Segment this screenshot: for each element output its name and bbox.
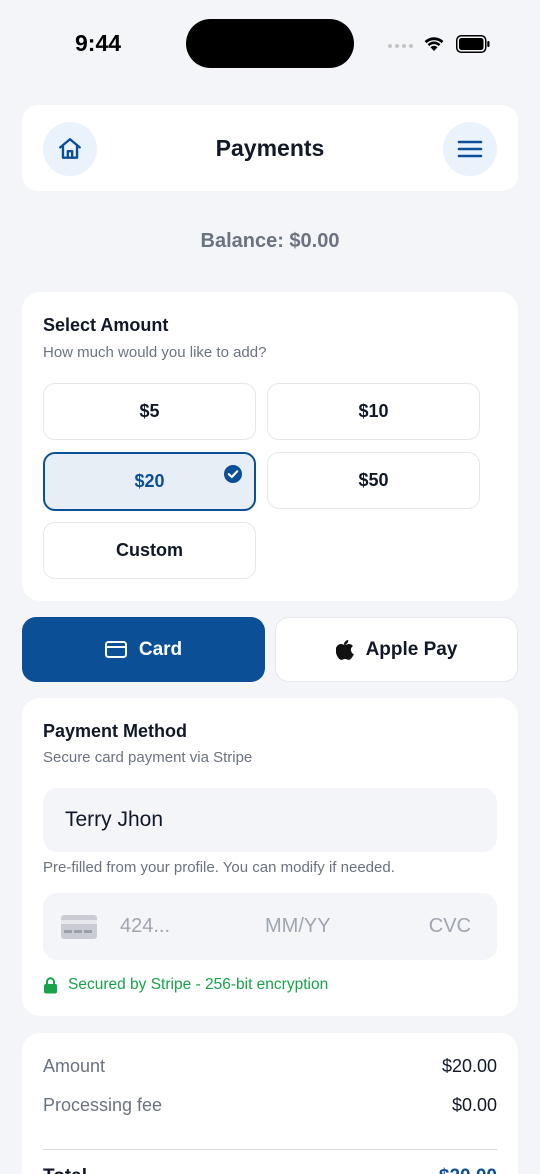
apple-pay-method-button[interactable]: Apple Pay [275, 617, 518, 682]
top-navigation: Payments [22, 105, 518, 191]
summary-fee-row: Processing fee $0.00 [43, 1095, 497, 1116]
select-amount-card: Select Amount How much would you like to… [22, 292, 518, 601]
amount-option-label: $5 [139, 401, 160, 421]
summary-divider [43, 1149, 497, 1150]
apple-logo-icon [335, 640, 354, 660]
amount-option-label: $20 [134, 471, 165, 491]
cellular-signal-icon [388, 44, 413, 48]
secure-note-text: Secured by Stripe - 256-bit encryption [68, 976, 329, 993]
balance-text: Balance: $0.00 [200, 230, 340, 252]
amount-option-5[interactable]: $5 [43, 383, 256, 440]
amount-option-50[interactable]: $50 [267, 452, 480, 509]
card-brand-icon [61, 915, 97, 939]
select-amount-title: Select Amount [43, 315, 169, 335]
amount-option-label: $10 [358, 401, 389, 421]
name-field-hint: Pre-filled from your profile. You can mo… [43, 859, 395, 876]
battery-icon [456, 35, 490, 53]
cardholder-name-field[interactable]: Terry Jhon [43, 788, 497, 852]
check-circle-icon [224, 465, 242, 483]
card-expiry-input[interactable]: MM/YY [265, 915, 331, 938]
summary-fee-value: $0.00 [451, 1095, 497, 1115]
menu-button[interactable] [443, 122, 497, 176]
summary-amount-row: Amount $20.00 [43, 1056, 497, 1077]
payments-screen: 9:44 Payments Balance: $0.00 Select Amou… [0, 0, 540, 1174]
dynamic-island [186, 19, 354, 68]
lock-icon [44, 976, 57, 993]
card-method-button[interactable]: Card [22, 617, 265, 682]
card-number-input[interactable]: 424... [120, 915, 170, 938]
payment-method-subtitle: Secure card payment via Stripe [43, 749, 253, 766]
payment-method-card: Payment Method Secure card payment via S… [22, 698, 518, 1016]
card-cvc-input[interactable]: CVC [429, 915, 471, 938]
card-details-field[interactable]: 424... MM/YY CVC [43, 893, 497, 960]
card-method-label: Card [138, 638, 183, 660]
status-time: 9:44 [75, 30, 122, 56]
apple-pay-method-label: Apple Pay [365, 638, 458, 660]
select-amount-subtitle: How much would you like to add? [43, 344, 267, 361]
summary-total-row: Total $20.00 [43, 1166, 497, 1174]
summary-amount-value: $20.00 [441, 1056, 497, 1076]
credit-card-icon [104, 641, 127, 658]
amount-option-label: Custom [116, 540, 183, 560]
hamburger-menu-icon [457, 140, 483, 158]
amount-option-20[interactable]: $20 [43, 452, 256, 511]
amount-option-label: $50 [358, 470, 389, 490]
amount-option-10[interactable]: $10 [267, 383, 480, 440]
summary-fee-label: Processing fee [43, 1095, 163, 1115]
order-summary-card: Amount $20.00 Processing fee $0.00 Total… [22, 1033, 518, 1174]
wifi-icon [424, 37, 444, 51]
summary-total-label: Total [43, 1166, 87, 1174]
summary-amount-label: Amount [43, 1056, 106, 1076]
amount-option-custom[interactable]: Custom [43, 522, 256, 579]
summary-total-value: $20.00 [439, 1166, 497, 1174]
payment-method-title: Payment Method [43, 721, 188, 741]
secure-note: Secured by Stripe - 256-bit encryption [43, 976, 328, 994]
